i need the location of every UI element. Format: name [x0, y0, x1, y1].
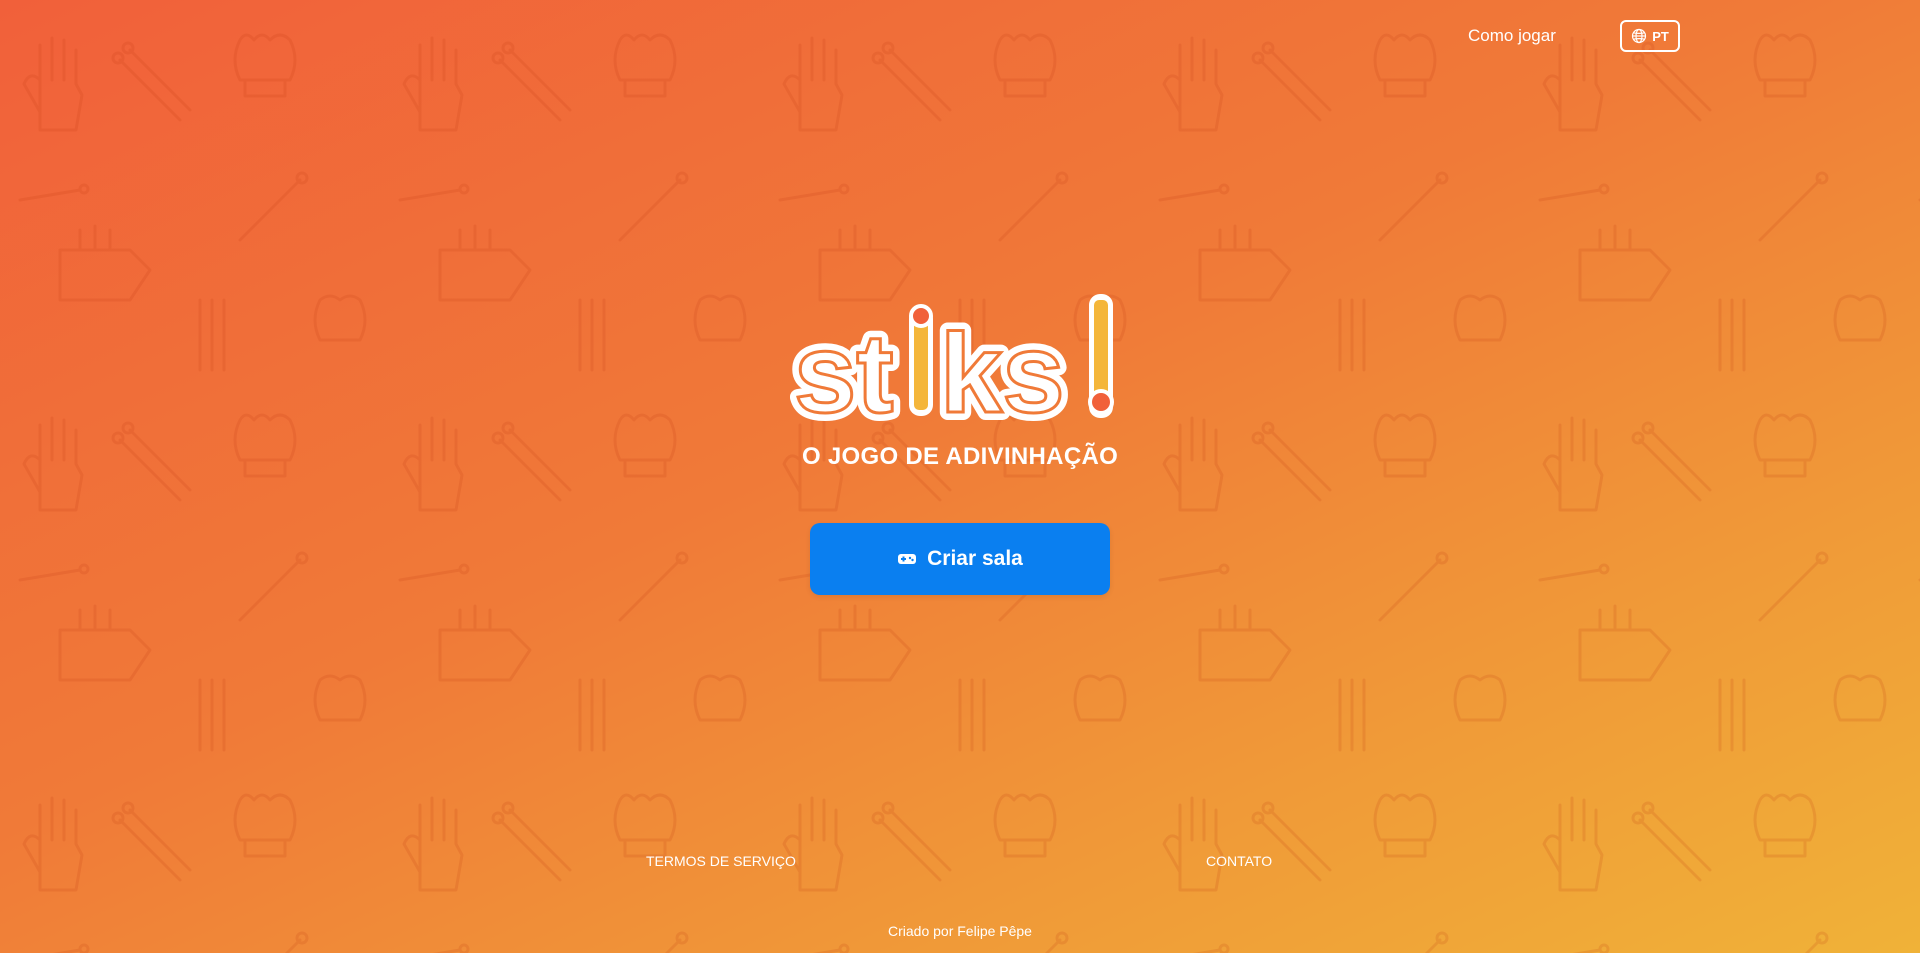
language-label: PT — [1652, 28, 1669, 44]
contact-link[interactable]: CONTATO — [1206, 853, 1272, 869]
globe-icon — [1632, 28, 1647, 44]
svg-text:st: st — [794, 311, 894, 430]
create-room-button[interactable]: Criar sala — [810, 523, 1110, 595]
background-pattern — [0, 0, 1920, 953]
page-subtitle: O JOGO DE ADIVINHAÇÃO — [801, 443, 1119, 470]
svg-text:ks: ks — [940, 311, 1065, 430]
top-navigation: Como jogar PT — [1460, 20, 1684, 52]
stiks-logo: st ks st ks — [786, 290, 1130, 444]
gamepad-icon — [898, 554, 917, 564]
how-to-play-link[interactable]: Como jogar — [1468, 26, 1556, 46]
create-room-label: Criar sala — [927, 547, 1023, 570]
language-button[interactable]: PT — [1620, 20, 1680, 52]
author-credit: Criado por Felipe Pêpe — [888, 923, 1032, 939]
terms-of-service-link[interactable]: TERMOS DE SERVIÇO — [646, 853, 796, 869]
